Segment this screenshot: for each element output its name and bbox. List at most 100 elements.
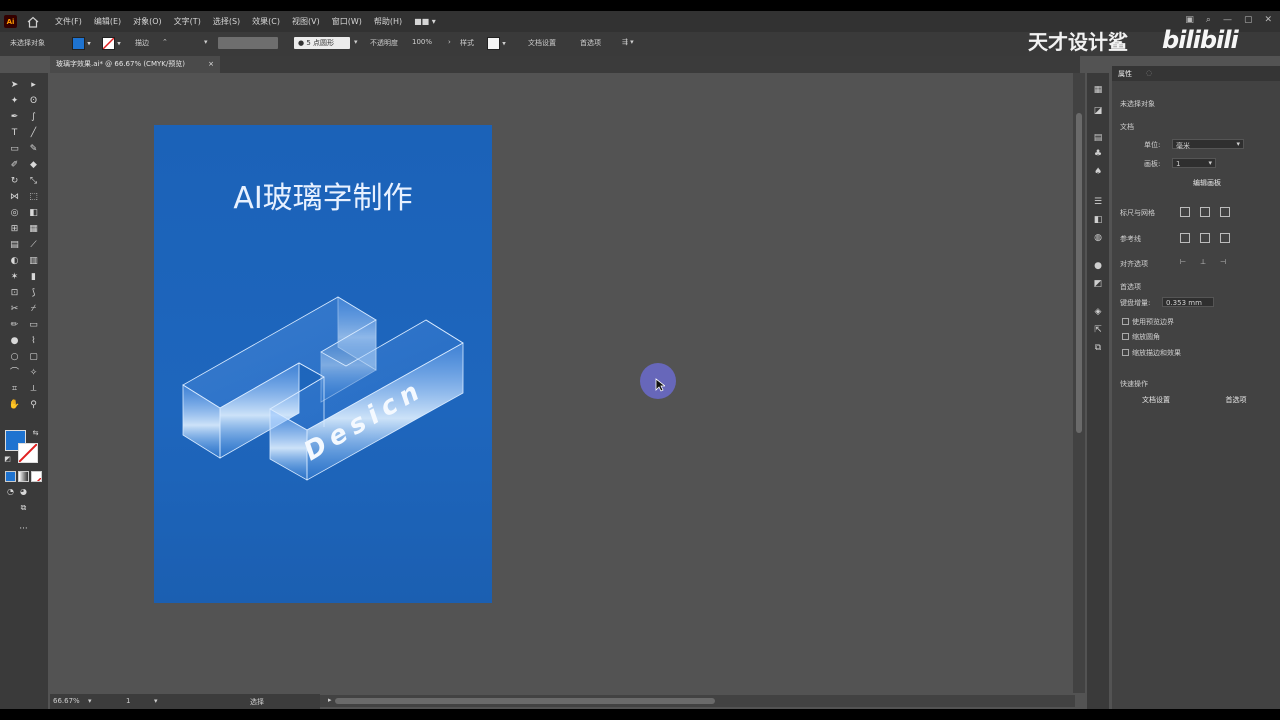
close-icon[interactable]: ✕ xyxy=(1264,15,1272,25)
units-select[interactable]: 毫米 ▾ xyxy=(1172,139,1244,150)
stroke-swatch[interactable]: ▾ xyxy=(102,37,121,50)
none-mode-icon[interactable] xyxy=(31,471,42,482)
horizontal-scroll-thumb[interactable] xyxy=(335,698,715,704)
align-right-icon[interactable]: ⊣ xyxy=(1220,258,1230,268)
artboard-tool-icon[interactable]: ⊡ xyxy=(8,287,21,300)
default-colors-icon[interactable]: ◩ xyxy=(1,453,14,466)
free-transform-icon[interactable]: ⬚ xyxy=(27,191,40,204)
type-tool-icon[interactable]: T xyxy=(8,127,21,140)
workspace-switcher[interactable]: ■■ ▾ xyxy=(414,17,436,26)
menu-help[interactable]: 帮助(H) xyxy=(374,16,402,27)
align-center-icon[interactable]: ⊥ xyxy=(1200,258,1210,268)
arc-tool-icon[interactable]: ⌒ xyxy=(8,367,21,380)
ruler-icon[interactable] xyxy=(1180,207,1190,217)
export-icon[interactable]: ⇱ xyxy=(1092,325,1104,335)
graph-tool-icon[interactable]: ▥ xyxy=(27,255,40,268)
column-graph-icon[interactable]: ▮ xyxy=(27,271,40,284)
live-paint-icon[interactable]: ◧ xyxy=(27,207,40,220)
opacity-value[interactable]: 100% xyxy=(412,38,432,46)
warp-tool-icon[interactable]: ⌇ xyxy=(27,335,40,348)
tab-properties[interactable]: 属性 xyxy=(1118,69,1132,79)
measure-icon[interactable]: ⟂ xyxy=(27,383,40,396)
lock-guides-icon[interactable] xyxy=(1200,233,1210,243)
line-tool-icon[interactable]: ╱ xyxy=(27,127,40,140)
curvature-tool-icon[interactable]: ∫ xyxy=(27,111,40,124)
arrange-icon[interactable]: ▣ xyxy=(1185,15,1194,25)
shaper-tool-icon[interactable]: ✐ xyxy=(8,159,21,172)
artboard-select[interactable]: 1 ▾ xyxy=(1172,158,1216,168)
document-tab[interactable]: 玻璃字效果.ai* @ 66.67% (CMYK/预览) × xyxy=(50,56,220,73)
transparency-icon[interactable]: ◍ xyxy=(1092,233,1104,243)
selection-tool-icon[interactable]: ➤ xyxy=(8,79,21,92)
vertical-scroll-thumb[interactable] xyxy=(1076,113,1082,433)
color-mode-icon[interactable] xyxy=(5,471,16,482)
graphic-styles-icon[interactable]: ◩ xyxy=(1092,279,1104,289)
home-icon[interactable] xyxy=(27,16,39,28)
shape-builder-icon[interactable]: ◎ xyxy=(8,207,21,220)
preview-bounds-checkbox[interactable] xyxy=(1122,318,1129,325)
glass-letter-h-artwork[interactable] xyxy=(154,125,492,603)
menu-window[interactable]: 窗口(W) xyxy=(332,16,362,27)
scissors-icon[interactable]: ✂ xyxy=(8,303,21,316)
brushes-icon[interactable]: ♠ xyxy=(1092,167,1104,177)
gradient-panel-icon[interactable]: ◧ xyxy=(1092,215,1104,225)
blend-tool-icon[interactable]: ◐ xyxy=(8,255,21,268)
color-guide-icon[interactable]: ▤ xyxy=(1092,133,1104,143)
symbol-sprayer-icon[interactable]: ✶ xyxy=(8,271,21,284)
zoom-tool-icon[interactable]: ⚲ xyxy=(27,399,40,412)
gradient-tool-icon[interactable]: ▤ xyxy=(8,239,21,252)
blob-brush-icon[interactable]: ● xyxy=(8,335,21,348)
search-icon[interactable]: ⌕ xyxy=(1206,15,1211,25)
brush-dropdown-icon[interactable]: ▾ xyxy=(354,38,358,46)
magic-wand-icon[interactable]: ✦ xyxy=(8,95,21,108)
canvas-area[interactable]: AI玻璃字制作 Desicn xyxy=(50,73,1080,693)
menu-view[interactable]: 视图(V) xyxy=(292,16,320,27)
direct-selection-tool-icon[interactable]: ▸ xyxy=(27,79,40,92)
fill-swatch[interactable]: ▾ xyxy=(72,37,91,50)
more-tools-icon[interactable]: ··· xyxy=(17,523,30,536)
zoom-dropdown-icon[interactable]: ▾ xyxy=(88,697,92,705)
stroke-dropdown-icon[interactable]: ▾ xyxy=(204,38,208,46)
artboard-number[interactable]: 1 xyxy=(126,697,130,705)
menu-file[interactable]: 文件(F) xyxy=(55,16,82,27)
show-guides-icon[interactable] xyxy=(1180,233,1190,243)
paintbrush-icon[interactable]: ✎ xyxy=(27,143,40,156)
vertical-scrollbar[interactable] xyxy=(1073,73,1085,693)
scale-corners-checkbox[interactable] xyxy=(1122,333,1129,340)
variable-width-profile[interactable] xyxy=(218,37,278,49)
grid-icon[interactable] xyxy=(1200,207,1210,217)
rounded-rect-icon[interactable]: ▢ xyxy=(27,351,40,364)
stroke-panel-icon[interactable]: ☰ xyxy=(1092,197,1104,207)
menu-effect[interactable]: 效果(C) xyxy=(252,16,280,27)
keyboard-increment-input[interactable]: 0.353 mm xyxy=(1162,297,1214,307)
stroke-weight-stepper[interactable]: ⌃ xyxy=(162,38,168,46)
rotate-tool-icon[interactable]: ↻ xyxy=(8,175,21,188)
gradient-mode-icon[interactable] xyxy=(18,471,29,482)
artboard-dropdown-icon[interactable]: ▾ xyxy=(154,697,158,705)
lasso-icon[interactable]: ʘ xyxy=(27,95,40,108)
eyedropper-icon[interactable]: ⟋ xyxy=(27,239,40,252)
panel-preferences-button[interactable]: 首选项 xyxy=(1204,394,1268,407)
opacity-arrow-icon[interactable]: › xyxy=(448,38,451,46)
align-left-icon[interactable]: ⊢ xyxy=(1180,258,1190,268)
pencil-icon[interactable]: ✏ xyxy=(8,319,21,332)
draw-inside-icon[interactable]: ◕ xyxy=(17,485,30,498)
width-tool-icon[interactable]: ⋈ xyxy=(8,191,21,204)
pixel-grid-icon[interactable] xyxy=(1220,207,1230,217)
maximize-icon[interactable]: ▢ xyxy=(1244,15,1253,25)
graphic-style-swatch[interactable]: ▾ xyxy=(487,37,506,50)
mesh-tool-icon[interactable]: ▦ xyxy=(27,223,40,236)
perspective-grid-icon[interactable]: ⊞ xyxy=(8,223,21,236)
knife-icon[interactable]: ⌿ xyxy=(27,303,40,316)
slice-tool-icon[interactable]: ⟆ xyxy=(27,287,40,300)
brush-definition[interactable]: ● 5 点圆形 xyxy=(294,37,350,49)
horizontal-scrollbar[interactable] xyxy=(320,695,1075,707)
rectangle-tool-icon[interactable]: ▭ xyxy=(8,143,21,156)
layers-icon[interactable]: ◈ xyxy=(1092,307,1104,317)
crop-icon[interactable]: ⌗ xyxy=(8,383,21,396)
draw-mode-icon[interactable]: ◔ xyxy=(4,485,17,498)
properties-icon[interactable]: ▦ xyxy=(1092,85,1104,95)
artboards-icon[interactable]: ⧉ xyxy=(1092,343,1104,353)
swatches-icon[interactable]: ♣ xyxy=(1092,149,1104,159)
status-arrow-icon[interactable]: ▸ xyxy=(328,696,332,704)
